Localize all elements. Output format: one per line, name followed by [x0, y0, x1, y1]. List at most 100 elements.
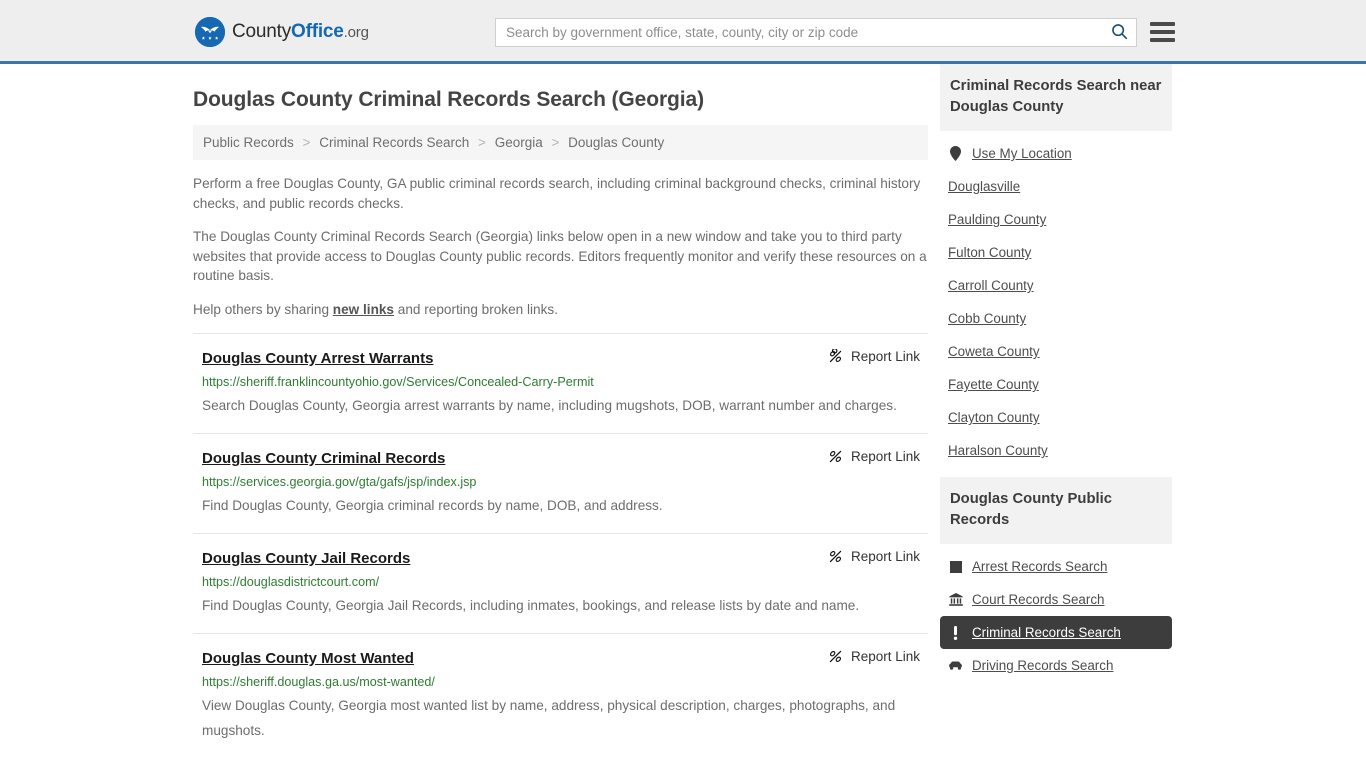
sidebar-link-arrest-records-search[interactable]: Arrest Records Search [972, 558, 1107, 575]
result-title-link[interactable]: Douglas County Most Wanted [202, 649, 414, 668]
sidebar-item-driving-records-search[interactable]: Driving Records Search [940, 649, 1172, 682]
breadcrumb-separator: > [551, 135, 560, 150]
search-input[interactable] [496, 19, 1102, 46]
report-link-label: Report Link [850, 549, 920, 564]
result-item: Douglas County Arrest Warrants Report Li… [193, 333, 928, 433]
main-content: Douglas County Criminal Records Search (… [193, 64, 928, 758]
result-description: Search Douglas County, Georgia arrest wa… [202, 398, 897, 413]
hamburger-menu-icon[interactable] [1150, 20, 1175, 44]
sidebar-public-records-box: Douglas County Public Records Arrest Rec… [940, 477, 1172, 682]
report-link-button[interactable]: Report Link [828, 649, 928, 664]
sidebar-link-douglasville[interactable]: Douglasville [948, 178, 1020, 195]
car-icon [948, 658, 963, 673]
sidebar-link-haralson-county[interactable]: Haralson County [948, 442, 1048, 459]
result-title-link[interactable]: Douglas County Criminal Records [202, 449, 445, 468]
report-link-button[interactable]: Report Link [828, 348, 928, 364]
breadcrumb-separator: > [302, 135, 311, 150]
breadcrumb-separator: > [478, 135, 486, 150]
hamburger-bar [1150, 30, 1175, 34]
sidebar-link-carroll-county[interactable]: Carroll County [948, 277, 1034, 294]
map-pin-icon [948, 146, 963, 161]
sidebar-item-court-records-search[interactable]: Court Records Search [940, 583, 1172, 616]
sidebar-item-use-my-location[interactable]: Use My Location [940, 137, 1172, 170]
result-title-link[interactable]: Douglas County Arrest Warrants [202, 349, 433, 368]
report-link-button[interactable]: Report Link [828, 449, 928, 464]
sidebar-item-clayton-county[interactable]: Clayton County [940, 401, 1172, 434]
intro-text: Perform a free Douglas County, GA public… [193, 174, 928, 319]
sidebar-link-coweta-county[interactable]: Coweta County [948, 343, 1040, 360]
sidebar-link-clayton-county[interactable]: Clayton County [948, 409, 1040, 426]
sidebar-link-driving-records-search[interactable]: Driving Records Search [972, 657, 1113, 674]
breadcrumb-item-public-records[interactable]: Public Records [203, 135, 294, 150]
sidebar-link-paulding-county[interactable]: Paulding County [948, 211, 1046, 228]
eagle-seal-icon [195, 17, 225, 47]
result-item: Douglas County Criminal Records Report L… [193, 433, 928, 533]
result-description: Find Douglas County, Georgia Jail Record… [202, 598, 860, 613]
broken-link-icon [828, 449, 843, 464]
sidebar-item-carroll-county[interactable]: Carroll County [940, 269, 1172, 302]
fingerprint-card-icon [948, 559, 963, 574]
sidebar-link-use-my-location[interactable]: Use My Location [972, 145, 1072, 162]
result-description: View Douglas County, Georgia most wanted… [202, 698, 896, 738]
sidebar-item-paulding-county[interactable]: Paulding County [940, 203, 1172, 236]
intro-paragraph-1: Perform a free Douglas County, GA public… [193, 176, 921, 211]
sidebar-link-criminal-records-search[interactable]: Criminal Records Search [972, 624, 1121, 641]
broken-link-icon [828, 649, 843, 664]
result-title-link[interactable]: Douglas County Jail Records [202, 549, 410, 568]
sidebar: Criminal Records Search near Douglas Cou… [940, 64, 1172, 758]
search-icon [1111, 23, 1128, 43]
report-link-button[interactable]: Report Link [828, 549, 928, 564]
page-title: Douglas County Criminal Records Search (… [193, 88, 704, 111]
sidebar-link-cobb-county[interactable]: Cobb County [948, 310, 1026, 327]
sidebar-item-arrest-records-search[interactable]: Arrest Records Search [940, 550, 1172, 583]
page-body: Douglas County Criminal Records Search (… [0, 64, 1366, 758]
sidebar-nearby-list: Use My Location Douglasville Paulding Co… [940, 131, 1172, 467]
report-link-label: Report Link [850, 349, 920, 364]
hamburger-bar [1150, 38, 1175, 42]
intro-paragraph-2: The Douglas County Criminal Records Sear… [193, 229, 927, 283]
sidebar-link-fulton-county[interactable]: Fulton County [948, 244, 1031, 261]
result-description: Find Douglas County, Georgia criminal re… [202, 498, 663, 513]
sidebar-item-cobb-county[interactable]: Cobb County [940, 302, 1172, 335]
breadcrumb-item-douglas-county[interactable]: Douglas County [568, 135, 664, 150]
logo-word-county: County [232, 21, 292, 42]
sidebar-item-haralson-county[interactable]: Haralson County [940, 434, 1172, 467]
breadcrumb-item-georgia[interactable]: Georgia [495, 135, 543, 150]
hamburger-bar [1150, 22, 1175, 26]
search-button[interactable] [1102, 19, 1136, 46]
new-links-link[interactable]: new links [333, 302, 394, 317]
courthouse-icon [948, 592, 963, 607]
report-link-label: Report Link [850, 449, 920, 464]
sidebar-item-fulton-county[interactable]: Fulton County [940, 236, 1172, 269]
exclamation-icon [948, 625, 963, 640]
result-url: https://douglasdistrictcourt.com/ [202, 575, 380, 589]
broken-link-icon [828, 549, 843, 564]
intro-paragraph-3: Help others by sharing new links and rep… [193, 300, 928, 320]
sidebar-item-douglasville[interactable]: Douglasville [940, 170, 1172, 203]
site-header: CountyOffice.org [0, 0, 1366, 64]
intro-paragraph-3-suffix: and reporting broken links. [394, 301, 558, 317]
result-url: https://sheriff.douglas.ga.us/most-wante… [202, 675, 435, 689]
sidebar-item-criminal-records-search[interactable]: Criminal Records Search [940, 616, 1172, 649]
sidebar-nearby-heading: Criminal Records Search near Douglas Cou… [940, 64, 1172, 131]
logo-word-org: .org [343, 24, 369, 41]
sidebar-link-fayette-county[interactable]: Fayette County [948, 376, 1039, 393]
search-bar [495, 18, 1137, 47]
broken-link-icon [828, 348, 843, 364]
sidebar-public-records-list: Arrest Records Search Court Records Sear… [940, 544, 1172, 682]
breadcrumb: Public Records > Criminal Records Search… [193, 125, 928, 160]
sidebar-nearby-box: Criminal Records Search near Douglas Cou… [940, 64, 1172, 467]
logo-wordmark: CountyOffice.org [232, 21, 369, 43]
breadcrumb-item-criminal-records-search[interactable]: Criminal Records Search [319, 135, 469, 150]
sidebar-item-coweta-county[interactable]: Coweta County [940, 335, 1172, 368]
sidebar-item-fayette-county[interactable]: Fayette County [940, 368, 1172, 401]
intro-paragraph-3-prefix: Help others by sharing [193, 301, 333, 317]
site-logo[interactable]: CountyOffice.org [195, 17, 369, 47]
sidebar-link-court-records-search[interactable]: Court Records Search [972, 591, 1104, 608]
result-item: Douglas County Jail Records Report Link … [193, 533, 928, 633]
logo-word-office: Office [291, 21, 344, 42]
result-url: https://sheriff.franklincountyohio.gov/S… [202, 375, 594, 389]
result-item: Douglas County Most Wanted Report Link h… [193, 633, 928, 758]
report-link-label: Report Link [850, 649, 920, 664]
result-url: https://services.georgia.gov/gta/gafs/js… [202, 475, 477, 489]
